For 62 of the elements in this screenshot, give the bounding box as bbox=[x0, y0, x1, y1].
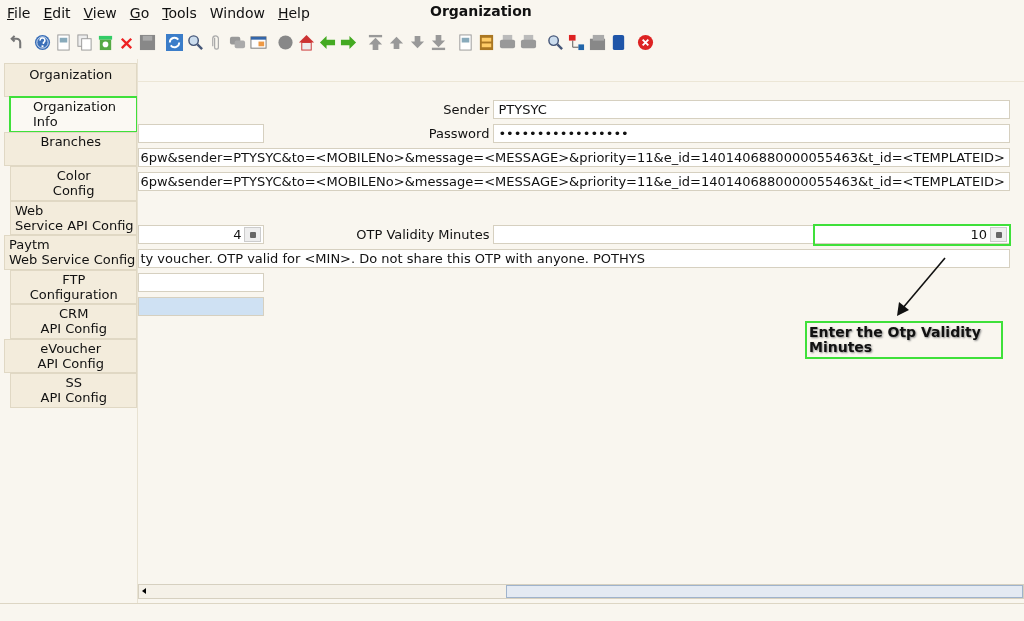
forward-icon[interactable] bbox=[340, 33, 357, 51]
last-record-icon[interactable] bbox=[430, 33, 447, 51]
search-icon[interactable] bbox=[187, 33, 204, 51]
sidebar-tab[interactable]: Color Config bbox=[10, 166, 138, 201]
menu-item[interactable]: Edit bbox=[43, 4, 71, 21]
copy-icon[interactable] bbox=[76, 33, 93, 51]
menu-item[interactable]: Window bbox=[209, 4, 265, 21]
field-label: OTP Validity Minutes bbox=[356, 227, 490, 242]
input-field[interactable]: 10 bbox=[493, 225, 1010, 244]
input-field[interactable] bbox=[138, 124, 265, 143]
field-label: Sender bbox=[443, 102, 490, 117]
print-preview-icon[interactable] bbox=[499, 33, 516, 51]
save-icon[interactable] bbox=[139, 33, 156, 51]
menu-item[interactable]: Go bbox=[129, 4, 150, 21]
refresh-icon[interactable] bbox=[166, 33, 183, 51]
report-icon[interactable] bbox=[457, 33, 474, 51]
scroll-thumb[interactable] bbox=[506, 585, 1023, 598]
input-field[interactable] bbox=[138, 273, 265, 292]
spinner-button bbox=[244, 227, 262, 242]
sidebar-tab[interactable]: eVoucher API Config bbox=[4, 338, 138, 373]
input-field[interactable]: ••••••••••••••••• bbox=[493, 124, 1010, 143]
sidebar-tab[interactable]: FTP Configuration bbox=[10, 269, 138, 304]
window-icon[interactable] bbox=[250, 33, 267, 51]
zoom-icon[interactable] bbox=[547, 33, 564, 51]
input-field[interactable]: PTYSYC bbox=[493, 100, 1010, 119]
sidebar-tab[interactable]: Paytm Web Service Config bbox=[4, 235, 138, 270]
print-icon[interactable] bbox=[520, 33, 537, 51]
menu-item[interactable]: View bbox=[83, 4, 117, 21]
sidebar-tab[interactable]: Branches bbox=[4, 131, 138, 166]
text-field[interactable]: 6pw&sender=PTYSYC&to=<MOBILENo>&message=<MESSAGE>&priority=11&e_id=1401406880000055463&t_id=<TEMPLATEID> bbox=[138, 148, 1010, 167]
archive-icon[interactable] bbox=[478, 33, 495, 51]
input-field[interactable] bbox=[138, 297, 265, 316]
back-icon[interactable] bbox=[319, 33, 336, 51]
text-field[interactable]: 6pw&sender=PTYSYC&to=<MOBILENo>&message=<MESSAGE>&priority=11&e_id=1401406880000055463&t_id=<TEMPLATEID> bbox=[138, 172, 1010, 191]
horizontal-scrollbar[interactable] bbox=[138, 584, 1024, 599]
new-document-icon[interactable] bbox=[55, 33, 72, 51]
sidebar-tab[interactable]: Organization bbox=[4, 63, 138, 97]
down-arrow-icon[interactable] bbox=[409, 33, 426, 51]
package-icon[interactable] bbox=[589, 33, 606, 51]
input-field[interactable]: 4 bbox=[138, 225, 265, 244]
first-record-icon[interactable] bbox=[367, 33, 384, 51]
circle-icon[interactable] bbox=[277, 33, 294, 51]
menu-item[interactable]: Tools bbox=[162, 4, 197, 21]
help-icon[interactable] bbox=[34, 33, 51, 51]
callout-label: Enter the Otp Validity Minutes bbox=[805, 321, 1003, 359]
spinner-button bbox=[990, 227, 1007, 242]
arrow bbox=[897, 257, 946, 316]
close-icon[interactable] bbox=[637, 33, 654, 51]
window-title: Organization bbox=[430, 3, 532, 19]
sidebar-tab[interactable]: CRM API Config bbox=[10, 304, 138, 339]
home-icon[interactable] bbox=[298, 33, 315, 51]
workflow-icon[interactable] bbox=[568, 33, 585, 51]
field-label: Password bbox=[428, 126, 490, 141]
menu-item[interactable]: Help bbox=[277, 4, 310, 21]
sidebar-tab[interactable]: Web Service API Config bbox=[10, 200, 138, 235]
sidebar-tab[interactable]: Organization Info bbox=[10, 97, 138, 132]
recycle-icon[interactable] bbox=[97, 33, 114, 51]
undo-icon[interactable] bbox=[7, 33, 24, 51]
text-field[interactable]: ty voucher. OTP valid for <MIN>. Do not share this OTP with anyone. POTHYS bbox=[138, 249, 1010, 268]
sidebar-tab[interactable]: SS API Config bbox=[10, 373, 138, 408]
book-icon[interactable] bbox=[610, 33, 627, 51]
menu-item[interactable]: File bbox=[7, 4, 31, 21]
